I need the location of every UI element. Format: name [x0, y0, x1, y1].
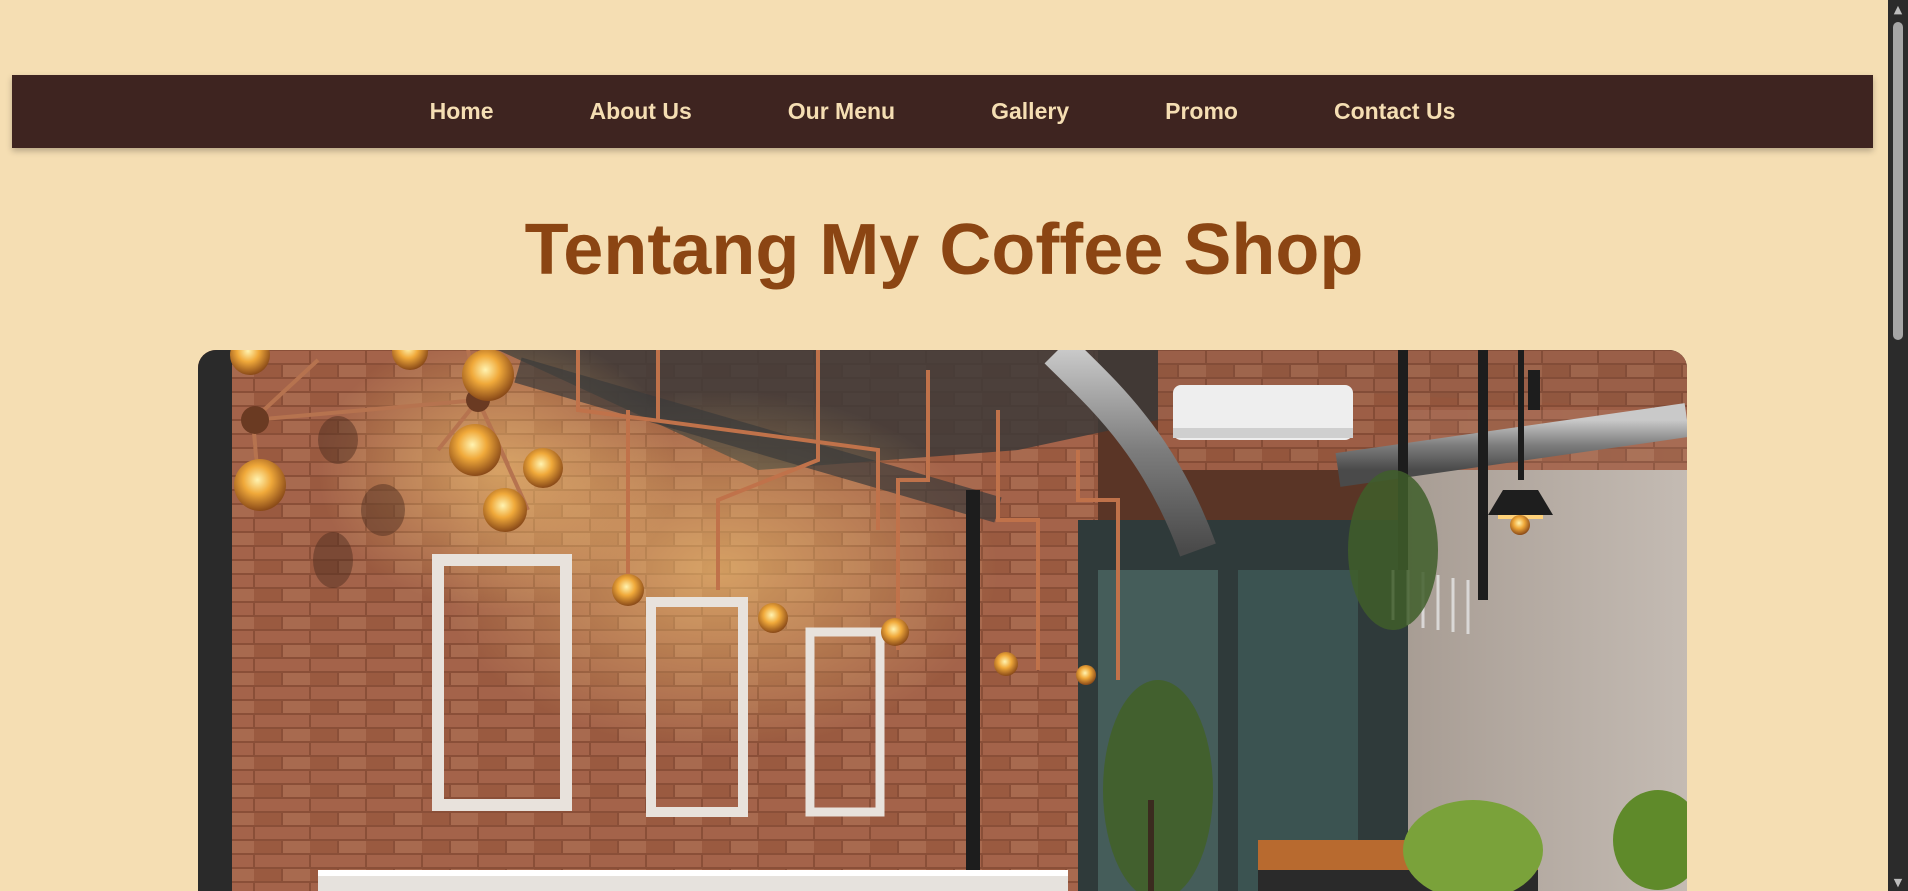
page: Home About Us Our Menu Gallery Promo Con… — [0, 0, 1888, 891]
nav-about-us-link[interactable]: About Us — [590, 98, 692, 125]
main-navbar: Home About Us Our Menu Gallery Promo Con… — [12, 75, 1873, 148]
scroll-up-arrow-icon[interactable]: ▲ — [1888, 0, 1908, 18]
page-title: Tentang My Coffee Shop — [524, 210, 1364, 290]
vertical-scrollbar[interactable]: ▲ ▼ — [1888, 0, 1908, 891]
scroll-down-arrow-icon[interactable]: ▼ — [1888, 873, 1908, 891]
nav-contact-us-link[interactable]: Contact Us — [1334, 98, 1455, 125]
nav-promo-link[interactable]: Promo — [1165, 98, 1238, 125]
nav-gallery-link[interactable]: Gallery — [991, 98, 1069, 125]
nav-home-link[interactable]: Home — [430, 98, 494, 125]
scroll-thumb[interactable] — [1893, 22, 1903, 340]
nav-our-menu-link[interactable]: Our Menu — [788, 98, 895, 125]
coffee-shop-interior-image — [198, 350, 1687, 891]
